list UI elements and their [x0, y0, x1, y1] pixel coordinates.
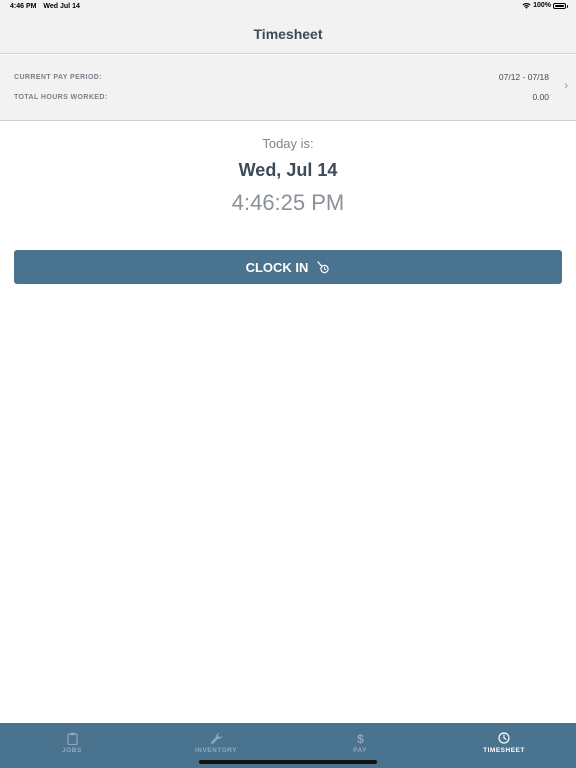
navigation-bar: Timesheet: [0, 14, 576, 54]
clock-in-icon: [317, 261, 330, 274]
battery-percentage: 100%: [533, 2, 551, 9]
tab-label-inventory: INVENTORY: [194, 747, 238, 754]
svg-text:$: $: [357, 732, 364, 745]
hours-worked-label: TOTAL HOURS WORKED:: [14, 93, 108, 101]
tab-timesheet[interactable]: TIMESHEET: [432, 723, 576, 768]
pay-period-row: CURRENT PAY PERIOD: 07/12 - 07/18: [14, 72, 549, 82]
pay-period-summary[interactable]: CURRENT PAY PERIOD: 07/12 - 07/18 TOTAL …: [0, 55, 576, 121]
tab-label-jobs: JOBS: [62, 747, 82, 754]
hours-worked-value: 0.00: [532, 92, 549, 102]
status-bar: 4:46 PM Wed Jul 14 100%: [0, 0, 576, 14]
dollar-icon: $: [357, 732, 364, 745]
clock-icon: [498, 732, 510, 744]
home-indicator: [199, 760, 377, 764]
clock-in-label: CLOCK IN: [245, 259, 309, 275]
status-date: Wed Jul 14: [43, 3, 80, 10]
tab-jobs[interactable]: JOBS: [0, 723, 144, 768]
today-label: Today is:: [262, 136, 314, 151]
clock-in-button[interactable]: CLOCK IN: [14, 250, 562, 284]
status-time: 4:46 PM: [10, 3, 37, 10]
current-time: 4:46:25 PM: [231, 190, 345, 215]
chevron-right-icon[interactable]: ›: [564, 80, 568, 92]
battery-icon: [553, 2, 568, 9]
pay-period-label: CURRENT PAY PERIOD:: [14, 73, 102, 81]
status-right: 100%: [522, 2, 568, 9]
tab-label-timesheet: TIMESHEET: [483, 747, 525, 754]
page-title: Timesheet: [253, 25, 323, 42]
tab-label-pay: PAY: [353, 747, 367, 754]
wrench-icon: [210, 732, 222, 744]
today-date: Wed, Jul 14: [238, 160, 338, 180]
wifi-icon: [522, 3, 531, 9]
pay-period-value: 07/12 - 07/18: [498, 72, 549, 82]
clipboard-icon: [66, 732, 78, 745]
status-left: 4:46 PM Wed Jul 14: [10, 3, 85, 10]
hours-worked-row: TOTAL HOURS WORKED: 0.00: [14, 92, 549, 102]
